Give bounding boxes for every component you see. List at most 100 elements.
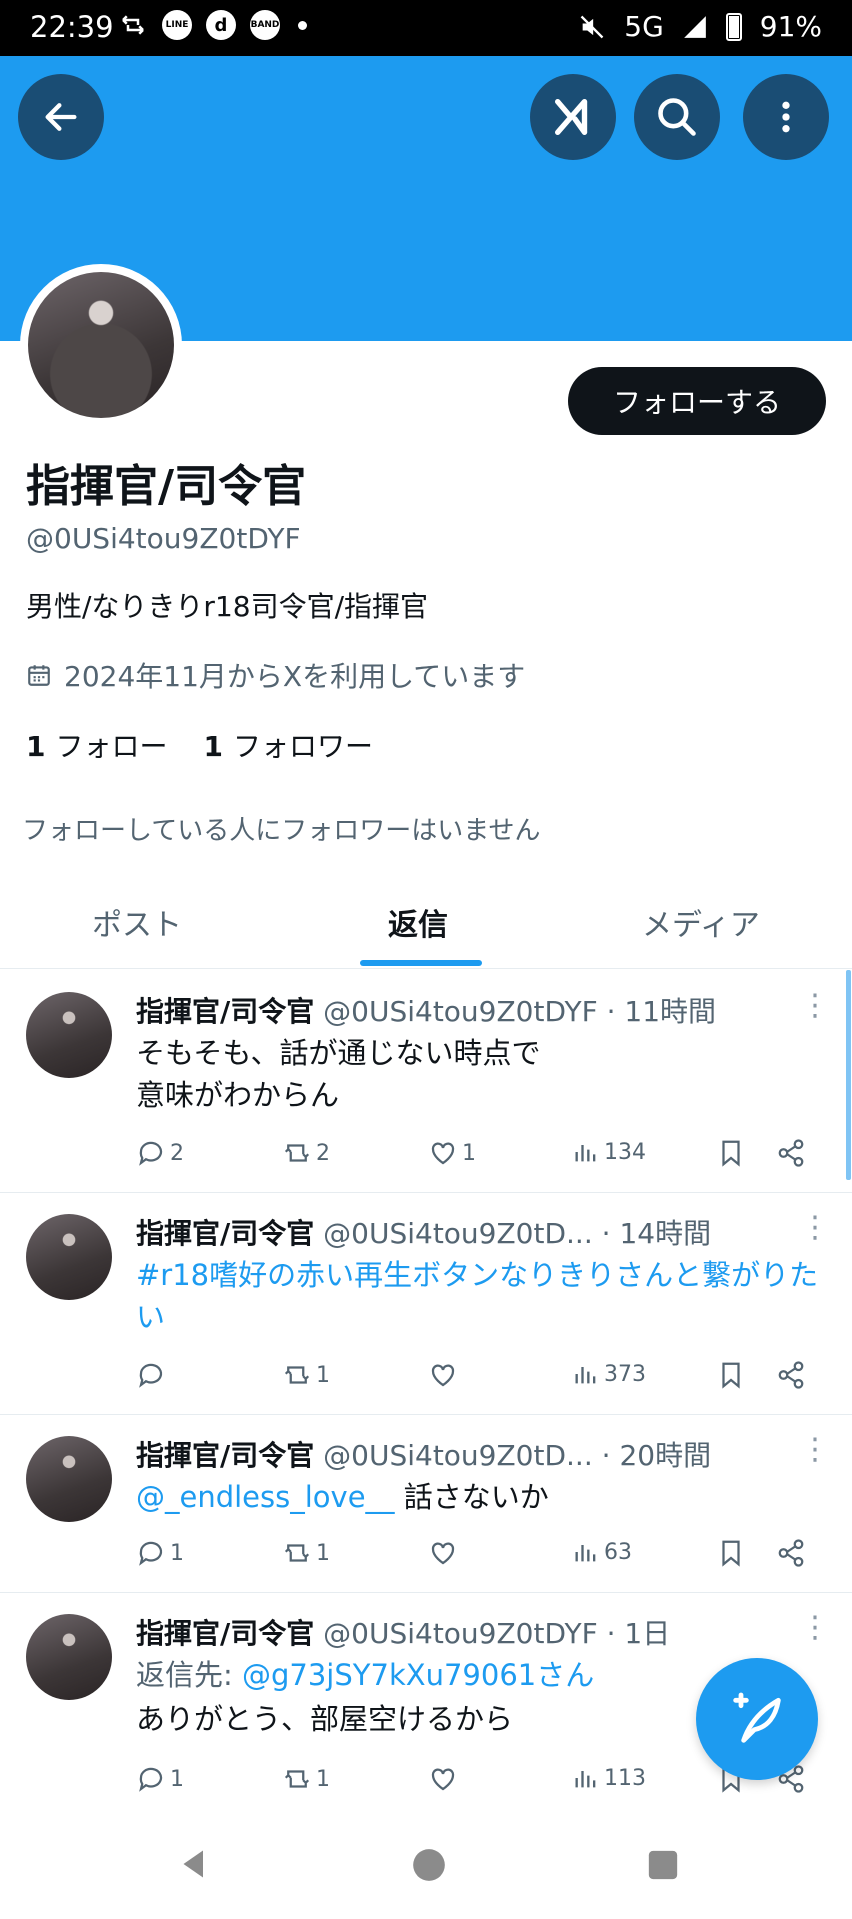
post-header: 指揮官/司令官 @0USi4tou9Z0tD... · 20時間: [136, 1434, 711, 1474]
repost-icon: [284, 1366, 310, 1384]
repost-icon: [284, 1770, 310, 1788]
profile-avatar[interactable]: [20, 264, 182, 426]
reply-icon: [139, 1141, 163, 1166]
grok-button[interactable]: [530, 74, 616, 160]
post-actions: 2 2 1 134: [136, 1138, 826, 1178]
bookmark-button[interactable]: [716, 1538, 746, 1568]
profile-bio: 男性/なりきりr18司令官/指揮官: [26, 590, 429, 623]
bookmark-button[interactable]: [716, 1138, 746, 1168]
share-button[interactable]: [776, 1138, 806, 1168]
reply-button[interactable]: 1: [136, 1538, 184, 1568]
post-more-button[interactable]: ⋮: [800, 1210, 830, 1245]
views-icon: [575, 1367, 596, 1384]
grok-icon: [554, 98, 588, 136]
reply-button[interactable]: 2: [136, 1138, 184, 1168]
share-button[interactable]: [776, 1538, 806, 1568]
views-button[interactable]: 373: [572, 1360, 646, 1388]
heart-icon: [431, 1142, 455, 1165]
calendar-icon: [28, 665, 50, 686]
nav-back-icon[interactable]: [176, 1846, 212, 1882]
like-button[interactable]: 1: [428, 1138, 476, 1168]
views-icon: [575, 1145, 596, 1162]
repost-button[interactable]: 1: [282, 1538, 330, 1568]
repost-count: 1: [316, 1362, 330, 1388]
like-button[interactable]: [428, 1360, 462, 1390]
post-text: そもそも、話が通じない時点で 意味がわからん: [136, 1032, 826, 1116]
bookmark-button[interactable]: [716, 1360, 746, 1390]
post-actions: 1 1 63: [136, 1538, 826, 1578]
more-options-button[interactable]: [743, 74, 829, 160]
reply-count: 1: [170, 1540, 184, 1566]
follow-button[interactable]: フォローする: [568, 367, 826, 435]
reply-to-link[interactable]: @g73jSY7kXu79061さん: [242, 1658, 594, 1692]
joined-text: 2024年11月からXを利用しています: [64, 660, 526, 693]
post-item[interactable]: 指揮官/司令官 @0USi4tou9Z0tD... · 14時間 ⋮ #r18嗜…: [0, 1192, 852, 1414]
followers-link[interactable]: 1 フォロワー: [204, 725, 374, 765]
post-time: · 1日: [606, 1617, 671, 1650]
post-more-button[interactable]: ⋮: [800, 988, 830, 1023]
post-author-name[interactable]: 指揮官/司令官: [136, 995, 314, 1028]
more-vertical-icon: [782, 101, 790, 133]
view-count: 134: [604, 1139, 646, 1165]
post-avatar[interactable]: [26, 1436, 112, 1522]
post-author-name[interactable]: 指揮官/司令官: [136, 1217, 314, 1250]
bookmark-icon: [722, 1140, 740, 1167]
like-button[interactable]: [428, 1538, 462, 1568]
tab-media[interactable]: メディア: [642, 900, 760, 944]
like-button[interactable]: [428, 1764, 462, 1794]
repost-button[interactable]: 2: [282, 1138, 330, 1168]
reply-icon: [139, 1767, 163, 1792]
views-button[interactable]: 134: [572, 1138, 646, 1166]
search-button[interactable]: [634, 74, 720, 160]
repost-count: 1: [316, 1540, 330, 1566]
post-author-name[interactable]: 指揮官/司令官: [136, 1439, 314, 1472]
post-item[interactable]: 指揮官/司令官 @0USi4tou9Z0tD... · 20時間 ⋮ @_end…: [0, 1414, 852, 1592]
post-avatar[interactable]: [26, 1614, 112, 1700]
post-author-name[interactable]: 指揮官/司令官: [136, 1617, 314, 1650]
bookmark-icon: [722, 1540, 740, 1567]
compose-post-icon: [733, 1692, 781, 1743]
views-button[interactable]: 63: [572, 1538, 632, 1566]
profile-tabs: ポスト 返信 メディア: [0, 880, 852, 970]
tab-replies[interactable]: 返信: [388, 900, 448, 944]
joined-date: 2024年11月からXを利用しています: [26, 655, 525, 695]
post-text-line: 意味がわからん: [136, 1078, 340, 1112]
d-app-icon: d: [206, 10, 236, 40]
repost-button[interactable]: 1: [282, 1764, 330, 1794]
following-link[interactable]: 1 フォロー: [26, 725, 168, 765]
share-icon: [778, 1139, 804, 1167]
views-icon: [575, 1771, 596, 1788]
heart-icon: [431, 1768, 455, 1791]
post-more-button[interactable]: ⋮: [800, 1432, 830, 1467]
share-icon: [778, 1539, 804, 1567]
compose-post-button[interactable]: [696, 1658, 818, 1780]
nav-recents-icon[interactable]: [646, 1848, 680, 1882]
mention-link[interactable]: @_endless_love__: [136, 1480, 395, 1514]
notification-icons: LINE d BAND: [118, 10, 307, 40]
post-hashtag-link[interactable]: #r18嗜好の赤い再生ボタンなりきりさんと繋がりたい: [136, 1254, 826, 1338]
post-item[interactable]: 指揮官/司令官 @0USi4tou9Z0tDYF · 11時間 ⋮ そもそも、話…: [0, 970, 852, 1192]
reply-button[interactable]: [136, 1360, 170, 1390]
nav-home-icon[interactable]: [410, 1846, 448, 1884]
bookmark-icon: [722, 1362, 740, 1389]
reply-icon: [139, 1541, 163, 1566]
post-avatar[interactable]: [26, 992, 112, 1078]
network-type: 5G: [624, 10, 664, 43]
post-more-button[interactable]: ⋮: [800, 1610, 830, 1645]
post-avatar[interactable]: [26, 1214, 112, 1300]
battery-icon: [725, 12, 742, 41]
post-header: 指揮官/司令官 @0USi4tou9Z0tD... · 14時間: [136, 1212, 711, 1252]
post-header: 指揮官/司令官 @0USi4tou9Z0tDYF · 11時間: [136, 990, 716, 1030]
views-button[interactable]: 113: [572, 1764, 646, 1792]
tabs-divider: [0, 968, 852, 969]
reply-button[interactable]: 1: [136, 1764, 184, 1794]
share-icon: [778, 1361, 804, 1389]
status-bar: 22:39 LINE d BAND 5G 91%: [0, 0, 852, 56]
share-button[interactable]: [776, 1360, 806, 1390]
post-time: · 14時間: [601, 1217, 712, 1250]
back-button[interactable]: [18, 74, 104, 160]
tab-posts[interactable]: ポスト: [92, 900, 182, 944]
post-text-content: 話さないか: [394, 1480, 549, 1514]
repost-button[interactable]: 1: [282, 1360, 330, 1390]
post-author-handle: @0USi4tou9Z0tDYF: [323, 1617, 598, 1650]
